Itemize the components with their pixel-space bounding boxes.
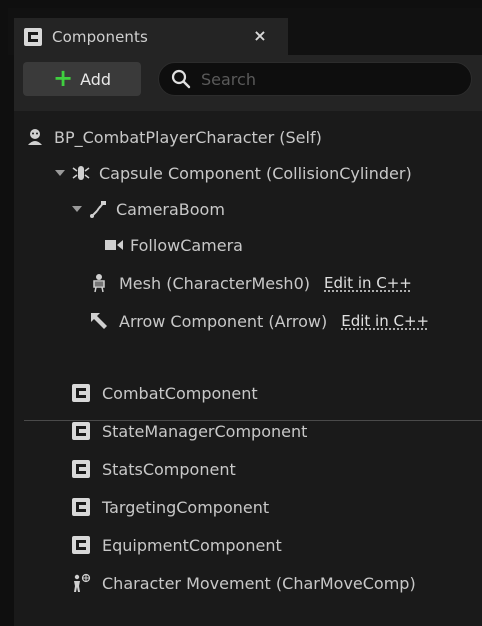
add-button-label: Add: [80, 69, 112, 89]
tree-item-label: BP_CombatPlayerCharacter (Self): [54, 127, 322, 147]
character-icon: [24, 127, 46, 147]
close-icon[interactable]: ×: [250, 26, 270, 45]
component-icon: [72, 384, 90, 402]
character-movement-icon: [70, 573, 92, 593]
tree-item-label: FollowCamera: [130, 235, 243, 255]
tree-item-followcamera[interactable]: FollowCamera: [14, 227, 482, 263]
arrow-icon: [89, 311, 109, 331]
tree-item-root[interactable]: BP_CombatPlayerCharacter (Self): [14, 119, 482, 155]
tree-item-label: Arrow Component (Arrow): [119, 311, 328, 331]
tab-components[interactable]: Components ×: [14, 18, 288, 55]
tree-item-label: TargetingComponent: [102, 497, 270, 517]
tree-item-combatcomponent[interactable]: CombatComponent: [14, 375, 482, 411]
tab-title: Components: [52, 27, 148, 46]
component-icon: [72, 498, 90, 516]
component-icon: [72, 422, 90, 440]
chevron-down-icon[interactable]: [72, 206, 82, 212]
tree-item-equipmentcomponent[interactable]: EquipmentComponent: [14, 527, 482, 563]
chevron-down-icon[interactable]: [55, 170, 65, 176]
edit-in-cpp-link[interactable]: Edit in C++: [324, 274, 412, 292]
tree-item-label: Character Movement (CharMoveComp): [102, 573, 416, 593]
tree-item-label: EquipmentComponent: [102, 535, 282, 555]
tree-item-cameraboom[interactable]: CameraBoom: [14, 191, 482, 227]
tree-item-statscomponent[interactable]: StatsComponent: [14, 451, 482, 487]
tree-item-label: StateManagerComponent: [102, 421, 308, 441]
capsule-icon: [71, 163, 91, 183]
tree-item-label: CameraBoom: [116, 199, 225, 219]
component-icon: [72, 536, 90, 554]
tab-bar: Components ×: [8, 8, 482, 55]
tree-item-label: Capsule Component (CollisionCylinder): [99, 163, 412, 183]
tree-item-targetingcomponent[interactable]: TargetingComponent: [14, 489, 482, 525]
spring-arm-icon: [88, 199, 108, 219]
search-box[interactable]: [158, 62, 472, 96]
tree-item-arrow[interactable]: Arrow Component (Arrow) Edit in C++: [14, 303, 482, 339]
search-input[interactable]: [199, 68, 443, 90]
tree-item-charactermovement[interactable]: Character Movement (CharMoveComp): [14, 565, 482, 601]
tree-item-capsule[interactable]: Capsule Component (CollisionCylinder): [14, 155, 482, 191]
tree-item-label: StatsComponent: [102, 459, 236, 479]
component-icon: [72, 460, 90, 478]
plus-icon: +: [52, 64, 74, 92]
tree-item-label: CombatComponent: [102, 383, 258, 403]
components-panel: + Add BP_CombatPlayerCharacter (Self): [14, 55, 482, 626]
add-button[interactable]: + Add: [23, 62, 141, 96]
tree-item-mesh[interactable]: Mesh (CharacterMesh0) Edit in C++: [14, 265, 482, 301]
tree-item-statemanagercomponent[interactable]: StateManagerComponent: [14, 413, 482, 449]
tree-item-label: Mesh (CharacterMesh0): [119, 273, 310, 293]
edit-in-cpp-link[interactable]: Edit in C++: [341, 312, 429, 330]
component-tree: BP_CombatPlayerCharacter (Self) Capsule …: [14, 111, 482, 626]
search-icon: [171, 69, 191, 89]
camera-icon: [104, 237, 124, 253]
skeletal-mesh-icon: [89, 273, 109, 293]
toolbar: + Add: [14, 55, 482, 111]
component-icon: [24, 27, 42, 46]
